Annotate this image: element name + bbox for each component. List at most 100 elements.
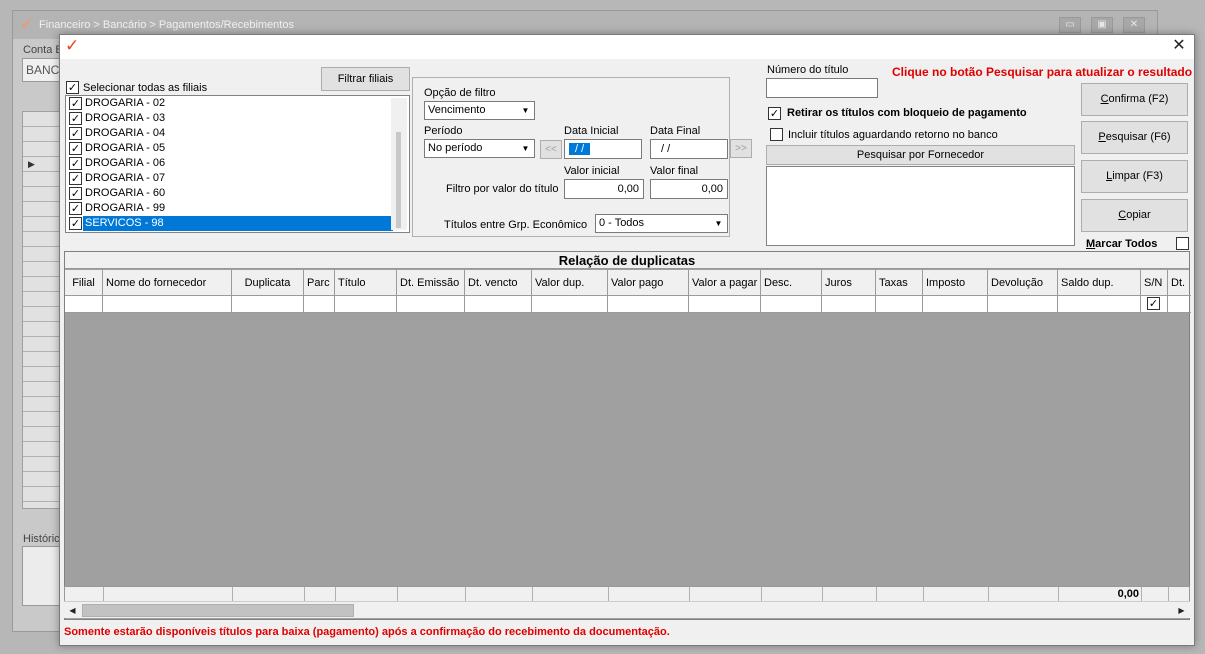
scrollbar-thumb[interactable] — [396, 132, 401, 228]
list-item[interactable]: ✓ DROGARIA - 07 — [66, 171, 392, 186]
cell-supplier[interactable] — [103, 296, 232, 313]
end-value-input[interactable]: 0,00 — [650, 179, 728, 199]
column-header[interactable]: Juros — [822, 270, 876, 296]
close-button[interactable]: ✕ — [1164, 35, 1194, 59]
previous-period-button[interactable]: << — [540, 140, 562, 159]
cell-taxas[interactable] — [876, 296, 923, 313]
cell-saldo-dup[interactable] — [1058, 296, 1141, 313]
column-header[interactable]: Saldo dup. — [1058, 270, 1141, 296]
cell-parc[interactable] — [304, 296, 335, 313]
start-value-input[interactable]: 0,00 — [564, 179, 644, 199]
grid-horizontal-scrollbar[interactable]: ◀ ▶ — [64, 601, 1190, 618]
list-item[interactable]: ✓ DROGARIA - 05 — [66, 141, 392, 156]
dialog-titlebar: ✓ ✕ — [60, 35, 1194, 59]
cell-dt[interactable] — [1168, 296, 1191, 313]
filter-option-label: Opção de filtro — [424, 87, 496, 99]
mark-all-checkbox[interactable] — [1176, 237, 1189, 250]
search-by-supplier-button[interactable]: Pesquisar por Fornecedor — [766, 145, 1075, 165]
select-all-branches-checkbox[interactable]: ✓ — [66, 81, 79, 94]
scroll-left-icon[interactable]: ◀ — [64, 602, 81, 619]
column-header[interactable]: Valor a pagar — [689, 270, 761, 296]
branch-checkbox[interactable]: ✓ — [69, 127, 82, 140]
period-combo[interactable]: No período ▼ — [424, 139, 535, 158]
title-number-input[interactable] — [766, 78, 878, 98]
restore-icon[interactable]: ▣ — [1091, 17, 1113, 33]
column-header[interactable]: Taxas — [876, 270, 923, 296]
next-period-button[interactable]: >> — [730, 139, 752, 158]
column-header[interactable]: Desc. — [761, 270, 822, 296]
close-icon[interactable]: ✕ — [1123, 17, 1145, 33]
branch-checkbox[interactable]: ✓ — [69, 142, 82, 155]
end-date-value: / / — [661, 143, 671, 155]
cell-valor-dup[interactable] — [532, 296, 608, 313]
scrollbar-thumb[interactable] — [82, 604, 354, 617]
scroll-right-icon[interactable]: ▶ — [1173, 602, 1190, 619]
column-header[interactable]: Título — [335, 270, 397, 296]
table-row[interactable]: ✓ — [65, 296, 1191, 313]
cell-duplicata[interactable] — [232, 296, 304, 313]
title-number-label: Número do título — [767, 64, 849, 76]
chevron-down-icon[interactable]: ▼ — [711, 216, 726, 231]
clear-button[interactable]: Limpar (F3) — [1081, 160, 1188, 193]
cell-titulo[interactable] — [335, 296, 397, 313]
column-header[interactable]: Parc — [304, 270, 335, 296]
cell-dt-vencto[interactable] — [465, 296, 532, 313]
minimize-icon[interactable]: ▭ — [1059, 17, 1081, 33]
column-header[interactable]: Valor pago — [608, 270, 689, 296]
cell-valor-a-pagar[interactable] — [689, 296, 761, 313]
column-header[interactable]: Devolução — [988, 270, 1058, 296]
branch-label: DROGARIA - 07 — [85, 172, 166, 184]
branch-checkbox[interactable]: ✓ — [69, 202, 82, 215]
column-header[interactable]: Filial — [65, 270, 103, 296]
column-header[interactable]: Nome do fornecedor — [103, 270, 232, 296]
column-header[interactable]: Imposto — [923, 270, 988, 296]
end-date-input[interactable]: / / — [650, 139, 728, 159]
list-item[interactable]: ✓ DROGARIA - 04 — [66, 126, 392, 141]
search-button[interactable]: Pesquisar (F6) — [1081, 121, 1188, 154]
branch-checkbox[interactable]: ✓ — [69, 172, 82, 185]
list-item[interactable]: ✓ DROGARIA - 06 — [66, 156, 392, 171]
start-date-label: Data Inicial — [564, 125, 619, 137]
include-waiting-checkbox[interactable] — [770, 128, 783, 141]
row-sn-checkbox[interactable]: ✓ — [1147, 297, 1160, 310]
confirm-button[interactable]: Confirma (F2) — [1081, 83, 1188, 116]
branch-checkbox[interactable]: ✓ — [69, 112, 82, 125]
column-header[interactable]: S/N — [1141, 270, 1168, 296]
column-header[interactable]: Dt. vencto — [465, 270, 532, 296]
supplier-results-box[interactable] — [766, 166, 1075, 246]
chevron-down-icon[interactable]: ▼ — [518, 103, 533, 118]
cell-imposto[interactable] — [923, 296, 988, 313]
remove-blocked-checkbox[interactable]: ✓ — [768, 107, 781, 120]
list-item[interactable]: ✓ DROGARIA - 03 — [66, 111, 392, 126]
column-header[interactable]: Valor dup. — [532, 270, 608, 296]
column-header[interactable]: Dt. — [1168, 270, 1191, 296]
filter-option-combo[interactable]: Vencimento ▼ — [424, 101, 535, 120]
list-item[interactable]: ✓ SERVICOS - 98 — [66, 216, 393, 231]
total-saldo: 0,00 — [1117, 588, 1139, 600]
cell-sn[interactable]: ✓ — [1141, 296, 1168, 313]
payment-filter-dialog: ✓ ✕ ✓ Selecionar todas as filiais Filtra… — [59, 34, 1195, 646]
cell-dt-emissao[interactable] — [397, 296, 465, 313]
duplicates-grid[interactable]: Relação de duplicatas Filial Nome do for… — [64, 251, 1191, 620]
chevron-down-icon[interactable]: ▼ — [518, 141, 533, 156]
cell-valor-pago[interactable] — [608, 296, 689, 313]
cell-juros[interactable] — [822, 296, 876, 313]
branch-list-scrollbar[interactable] — [391, 98, 407, 230]
start-date-input[interactable]: / / — [564, 139, 642, 159]
cell-desc[interactable] — [761, 296, 822, 313]
list-item[interactable]: ✓ DROGARIA - 99 — [66, 201, 392, 216]
cell-filial[interactable] — [65, 296, 103, 313]
list-item[interactable]: ✓ DROGARIA - 02 — [66, 96, 392, 111]
list-item[interactable]: ✓ DROGARIA - 60 — [66, 186, 392, 201]
branch-checkbox[interactable]: ✓ — [69, 187, 82, 200]
cell-devolucao[interactable] — [988, 296, 1058, 313]
column-header[interactable]: Dt. Emissão — [397, 270, 465, 296]
column-header[interactable]: Duplicata — [232, 270, 304, 296]
branch-checkbox[interactable]: ✓ — [69, 157, 82, 170]
branch-list[interactable]: ✓ DROGARIA - 02 ✓ DROGARIA - 03 ✓ DROGAR… — [65, 95, 410, 233]
branch-checkbox[interactable]: ✓ — [69, 97, 82, 110]
filter-branches-button[interactable]: Filtrar filiais — [321, 67, 410, 91]
copy-button[interactable]: Copiar — [1081, 199, 1188, 232]
branch-checkbox[interactable]: ✓ — [69, 217, 82, 230]
economic-group-combo[interactable]: 0 - Todos ▼ — [595, 214, 728, 233]
